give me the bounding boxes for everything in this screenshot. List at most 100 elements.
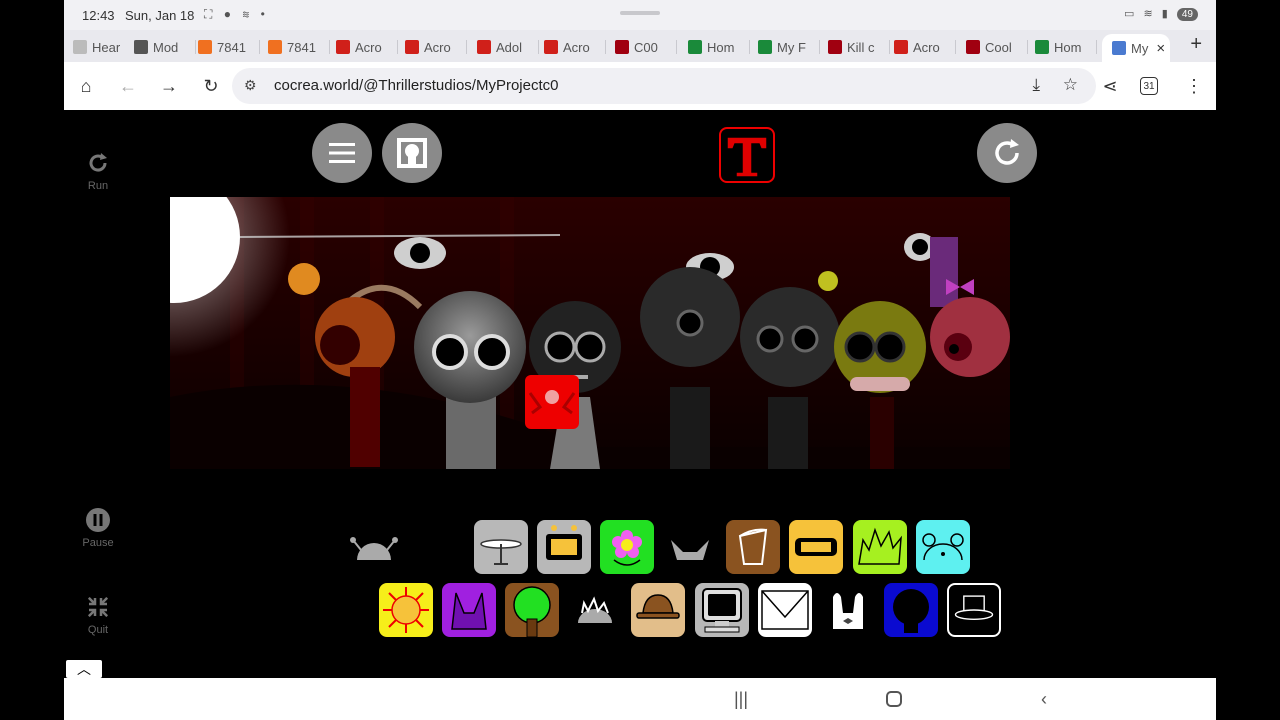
tab-divider [1096,40,1097,54]
back-nav-icon[interactable]: ‹ [1041,689,1047,710]
antenna-dome-icon [350,537,398,560]
reload-icon[interactable]: ↻ [199,74,223,98]
tab-label: Adol [496,39,523,55]
tab-favicon-icon [828,40,842,54]
browser-tab[interactable]: Hom [1031,34,1097,60]
more-menu-icon[interactable]: ⋮ [1182,74,1206,98]
share-icon[interactable]: ⋖ [1098,74,1122,98]
thriller-logo [719,127,775,183]
palette-tile[interactable] [663,520,717,574]
tab-favicon-icon [73,40,87,54]
palette-tile[interactable] [916,520,970,574]
pause-icon [86,508,110,532]
palette-tile[interactable] [600,520,654,574]
tab-divider [259,40,260,54]
tab-label: Cool [985,39,1012,55]
calendar-icon[interactable]: 31 [1140,77,1158,95]
run-button[interactable]: Run [70,150,126,192]
game-stage[interactable] [170,197,1010,469]
palette-tile[interactable] [537,520,591,574]
tab-favicon-icon [894,40,908,54]
palette-tile[interactable] [505,583,559,637]
address-bar[interactable]: ⚙ cocrea.world/@Thrillerstudios/MyProjec… [232,68,1096,104]
bunny-ears-icon [833,593,863,629]
browser-tab[interactable]: My F [754,34,820,60]
browser-tab[interactable]: Acro [540,34,606,60]
back-icon[interactable]: ← [116,74,140,98]
tab-divider [749,40,750,54]
browser-tab[interactable]: Acro [332,34,398,60]
tab-favicon-icon [758,40,772,54]
palette-tile[interactable] [789,520,843,574]
status-date: Sun, Jan 18 [125,8,195,23]
new-tab-button[interactable]: + [1190,33,1202,56]
reset-button[interactable] [977,123,1037,183]
tab-strip: Hear Mod 7841 7841 Acro Acro Adol Acro C00 Hom My … [64,30,1216,62]
window-handle[interactable] [620,11,660,15]
tab-divider [955,40,956,54]
pause-button[interactable]: Pause [70,507,126,549]
dark-head-icon [893,589,929,633]
palette-tile[interactable] [379,583,433,637]
palette-tile[interactable] [947,583,1001,637]
spiky-dome-icon [578,596,612,623]
tab-favicon-icon [198,40,212,54]
palette-tile[interactable] [474,520,528,574]
bookmark-star-icon[interactable]: ☆ [1063,75,1078,95]
tab-label: 7841 [287,39,316,55]
tab-divider [605,40,606,54]
palette-tile[interactable] [884,583,938,637]
palette-tile[interactable] [695,583,749,637]
forward-icon[interactable]: → [157,74,181,98]
url-text[interactable]: cocrea.world/@Thrillerstudios/MyProjectc… [274,77,558,94]
tab-divider [329,40,330,54]
browser-tab[interactable]: Kill c [824,34,890,60]
recents-icon[interactable]: ||| [734,689,748,710]
tab-label: Hear [92,39,121,55]
browser-tab[interactable]: Acro [401,34,467,60]
run-icon [89,153,107,172]
palette-tile[interactable] [347,520,401,574]
palette-tile[interactable] [568,583,622,637]
notification-icons: ⛶ ● ≋ • [204,7,269,21]
system-icons: ▭ ≋ ▮ 49 [1124,7,1198,21]
browser-tab[interactable]: Hom [684,34,750,60]
browser-tab[interactable]: Adol [473,34,539,60]
site-settings-icon[interactable]: ⚙ [244,77,257,94]
selected-red-tile[interactable] [525,375,579,429]
tab-label: 7841 [217,39,246,55]
palette-tile[interactable] [726,520,780,574]
browser-tab[interactable]: Cool [962,34,1028,60]
tab-divider [819,40,820,54]
browser-tab[interactable]: Hear [69,34,135,60]
wifi-icon: ≋ [1143,8,1156,20]
tab-divider [538,40,539,54]
palette-tile[interactable] [821,583,875,637]
home-icon[interactable]: ⌂ [74,74,98,98]
palette-tile[interactable] [758,583,812,637]
palette-tile[interactable] [853,520,907,574]
menu-button[interactable] [312,123,372,183]
browser-tab[interactable]: 7841 [194,34,260,60]
character-select-button[interactable] [382,123,442,183]
browser-tab[interactable]: 7841 [264,34,330,60]
pause-label: Pause [82,537,114,549]
download-icon[interactable]: ⤓ [1032,75,1040,95]
close-tab-icon[interactable]: × [1156,40,1165,57]
browser-tab[interactable]: Mod [130,34,196,60]
browser-tab[interactable]: My × [1102,34,1170,62]
browser-tab[interactable]: C00 [611,34,677,60]
quit-button[interactable]: Quit [70,594,126,636]
tab-favicon-icon [134,40,148,54]
tab-favicon-icon [268,40,282,54]
collapse-toggle[interactable]: ︿ [66,660,102,678]
tree-icon [513,586,551,637]
tab-label: Hom [707,39,735,55]
status-time: 12:43 [82,8,115,23]
browser-tab[interactable]: Acro [890,34,956,60]
home-nav-icon[interactable] [886,691,902,707]
palette-tile[interactable] [631,583,685,637]
tab-favicon-icon [477,40,491,54]
cast-icon: ▭ [1124,8,1138,20]
palette-tile[interactable] [442,583,496,637]
